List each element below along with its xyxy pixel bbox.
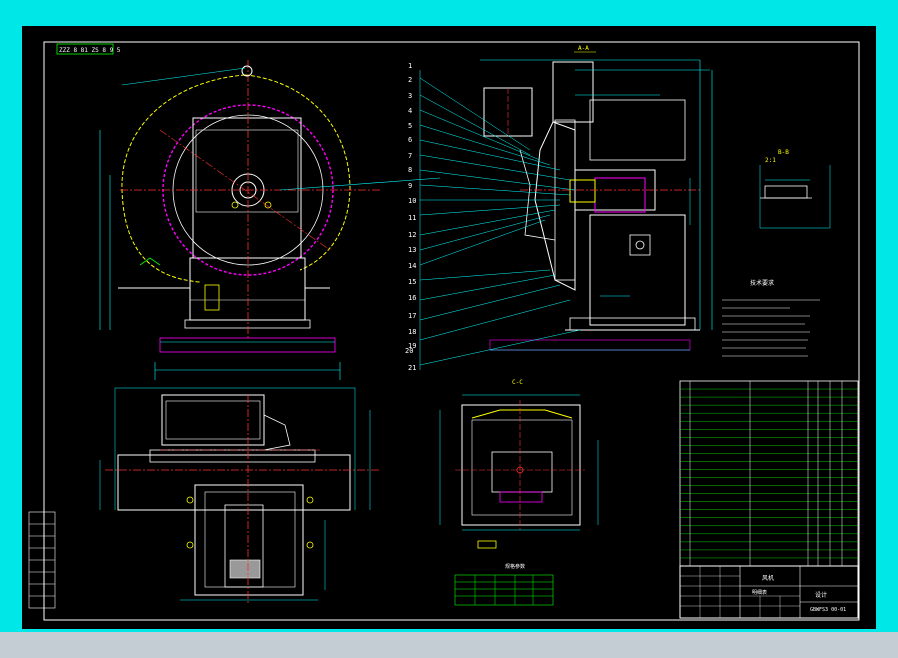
part-number: 21: [408, 364, 416, 372]
part-number: 9: [408, 182, 412, 190]
parts-table-title: 明细表: [752, 589, 767, 596]
part-number: 1: [408, 62, 412, 70]
drawing-canvas[interactable]: ZZZ 8 81 ZS 8 9 5 A-A 1 2 3 4 5 6 7 8 9 …: [0, 0, 898, 658]
section-cc-label: C-C: [512, 379, 523, 386]
spec-table: 规格参数: [454, 563, 554, 606]
part-number: 5: [408, 122, 412, 130]
inner-frame: [43, 41, 860, 621]
title-block: 风机 设计 GBWFS3 00-01 明细表: [679, 565, 859, 619]
title-stamp-text: ZZZ 8 81 ZS 8 9 5: [59, 47, 121, 54]
section-aa-view: A-A: [419, 45, 713, 370]
revision-table: [28, 511, 56, 609]
title-block-code: GBWFS3 00-01: [810, 607, 846, 613]
part-number: 3: [408, 92, 412, 100]
part-number: 13: [408, 246, 416, 254]
section-bb-view: B-B 2:1: [759, 149, 831, 229]
detail-scale-label: 2:1: [765, 157, 776, 164]
part-number: 4: [408, 107, 412, 115]
section-aa-label: A-A: [578, 45, 589, 52]
part-leaders: [419, 77, 581, 366]
title-stamp: ZZZ 8 81 ZS 8 9 5: [56, 43, 121, 55]
notes-title: 技术要求: [750, 279, 774, 287]
title-block-org: 设计: [815, 591, 827, 599]
title-block-name: 风机: [762, 574, 774, 582]
section-bb-label: B-B: [778, 149, 789, 156]
front-view: [99, 60, 441, 380]
section-cc-view: C-C: [439, 379, 599, 549]
part-number: 20: [405, 347, 413, 355]
plan-view: [99, 387, 380, 605]
parts-list-table: [679, 380, 859, 567]
part-number: 8: [408, 166, 412, 174]
part-number: 14: [408, 262, 416, 270]
part-number: 16: [408, 294, 416, 302]
part-number: 11: [408, 214, 416, 222]
part-number: 17: [408, 312, 416, 320]
technical-notes: 技术要求: [722, 279, 820, 357]
cad-viewport: ZZZ 8 81 ZS 8 9 5 A-A 1 2 3 4 5 6 7 8 9 …: [0, 0, 898, 658]
part-number-list: 1 2 3 4 5 6 7 8 9 10 11 12 13 14 15 16 1…: [405, 62, 416, 372]
part-number: 12: [408, 231, 416, 239]
part-number: 6: [408, 136, 412, 144]
part-number: 7: [408, 152, 412, 160]
part-number: 18: [408, 328, 416, 336]
spec-table-label: 规格参数: [505, 563, 525, 570]
part-number: 10: [408, 197, 416, 205]
part-number: 2: [408, 76, 412, 84]
part-number: 15: [408, 278, 416, 286]
